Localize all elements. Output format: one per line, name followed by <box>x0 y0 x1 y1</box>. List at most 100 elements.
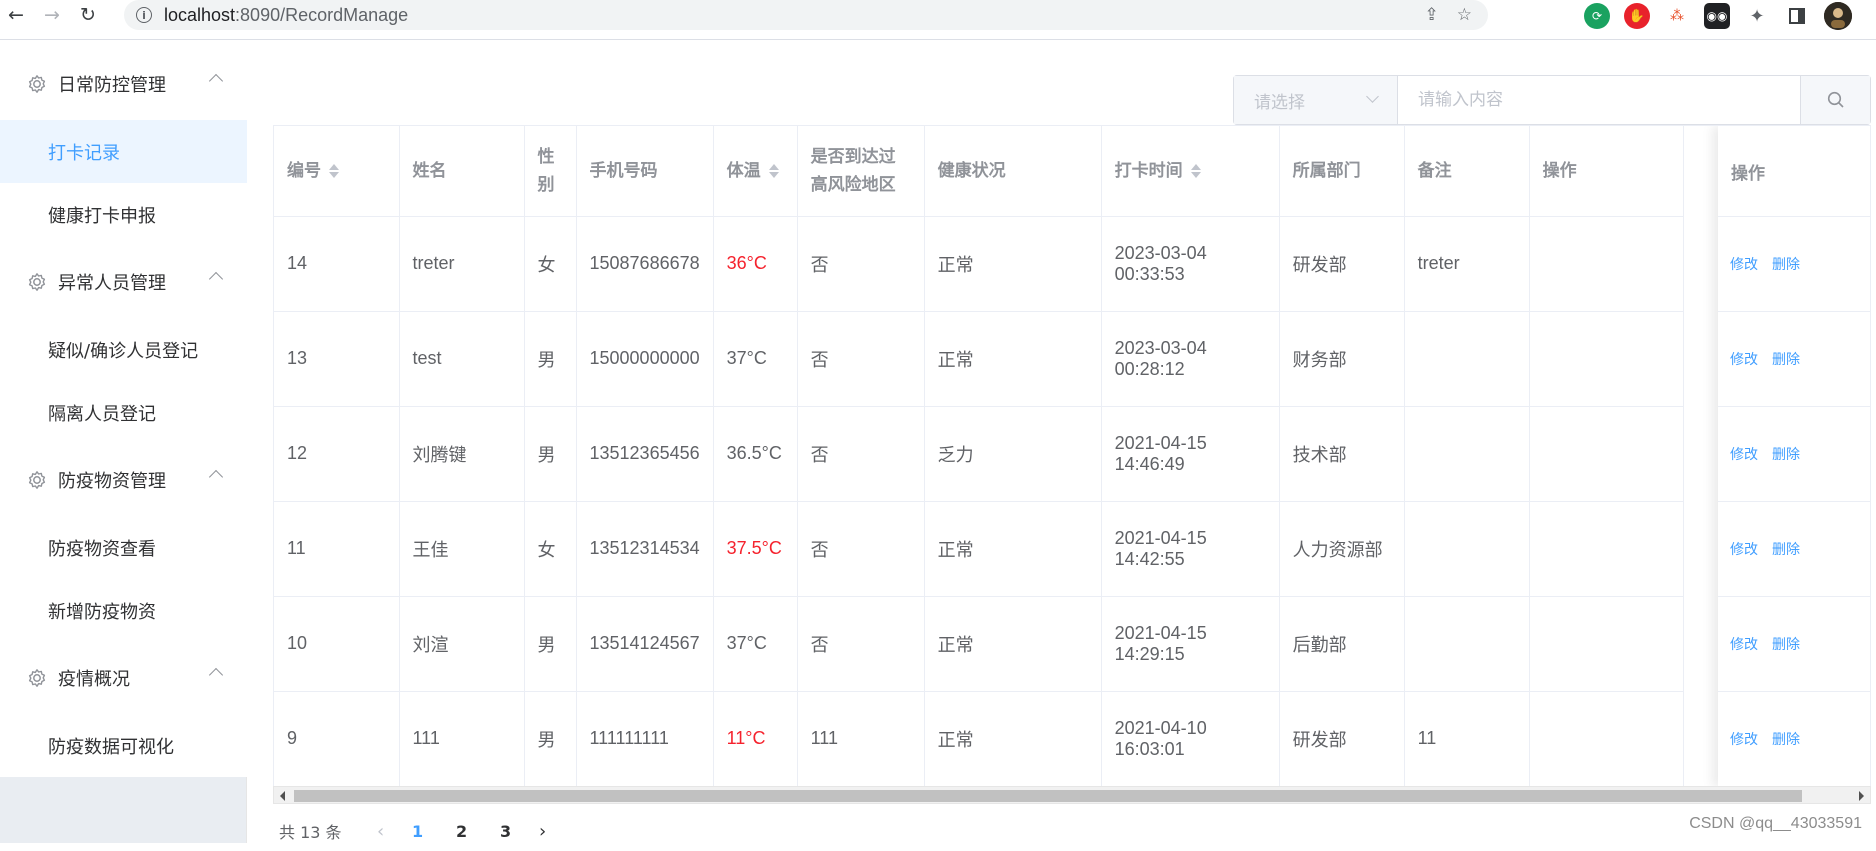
cell-actions-placeholder <box>1529 596 1683 691</box>
delete-button[interactable]: 删除 <box>1772 349 1800 369</box>
share-icon[interactable]: ⇪ <box>1425 5 1439 25</box>
edit-button[interactable]: 修改 <box>1730 254 1758 274</box>
edit-button[interactable]: 修改 <box>1730 729 1758 749</box>
column-header-label: 健康状况 <box>938 161 1006 181</box>
profile-avatar[interactable] <box>1824 2 1852 30</box>
actions-cell: 修改删除 <box>1718 312 1871 407</box>
sidebar-item-0-0[interactable]: 打卡记录 <box>0 120 247 183</box>
next-page-icon[interactable]: › <box>528 821 558 842</box>
sidebar-item-0-1[interactable]: 健康打卡申报 <box>0 183 247 246</box>
delete-button[interactable]: 删除 <box>1772 444 1800 464</box>
cell-phone: 15000000000 <box>576 311 713 406</box>
column-header-2: 性别 <box>524 126 576 216</box>
cell-temp: 36.5°C <box>713 406 797 501</box>
select-placeholder: 请选择 <box>1254 88 1305 113</box>
cell-id: 10 <box>274 596 399 691</box>
cell-risk: 否 <box>797 216 924 311</box>
gear-icon <box>26 73 48 95</box>
extension-glasses-icon[interactable]: ◉◉ <box>1704 3 1730 29</box>
scroll-left-icon[interactable] <box>280 791 285 801</box>
search-button[interactable] <box>1800 76 1870 124</box>
edit-button[interactable]: 修改 <box>1730 349 1758 369</box>
sort-caret-icon[interactable] <box>1191 163 1201 179</box>
sort-caret-icon[interactable] <box>329 163 339 179</box>
page-2[interactable]: 2 <box>440 822 484 841</box>
scrollbar-thumb[interactable] <box>294 790 1802 802</box>
extension-red-hand-icon[interactable]: ✋ <box>1624 3 1650 29</box>
cell-temp: 11°C <box>713 691 797 786</box>
main-content: 请选择 编号姓名性别手机号码体温是否到达过高风险地区健康状况打卡时间所属部门备注… <box>248 48 1876 843</box>
extension-green-icon[interactable]: ⟳ <box>1584 3 1610 29</box>
cell-note: 11 <box>1404 691 1529 786</box>
submenu-title-label: 异常人员管理 <box>58 269 166 295</box>
edit-button[interactable]: 修改 <box>1730 539 1758 559</box>
forward-icon[interactable]: → <box>38 1 66 29</box>
delete-button[interactable]: 删除 <box>1772 254 1800 274</box>
table-row: 12刘腾键男1351236545636.5°C否乏力2021-04-15 14:… <box>274 406 1683 501</box>
bookmark-star-icon[interactable]: ☆ <box>1457 5 1472 25</box>
column-header-label: 性别 <box>538 147 555 195</box>
cell-note <box>1404 596 1529 691</box>
submenu-title-label: 防疫物资管理 <box>58 467 166 493</box>
table-row: 13test男1500000000037°C否正常2023-03-04 00:2… <box>274 311 1683 406</box>
sidebar-item-2-0[interactable]: 防疫物资查看 <box>0 516 247 579</box>
extension-network-icon[interactable]: ⁂ <box>1664 3 1690 29</box>
field-select[interactable]: 请选择 <box>1234 76 1398 124</box>
actions-cell: 修改删除 <box>1718 597 1871 692</box>
submenu-title-3[interactable]: 疫情概况 <box>0 642 247 714</box>
horizontal-scrollbar[interactable] <box>273 786 1871 804</box>
column-header-7[interactable]: 打卡时间 <box>1101 126 1279 216</box>
sidebar: 日常防控管理打卡记录健康打卡申报异常人员管理疑似/确诊人员登记隔离人员登记防疫物… <box>0 48 247 843</box>
delete-button[interactable]: 删除 <box>1772 539 1800 559</box>
page-3[interactable]: 3 <box>484 822 528 841</box>
page-1[interactable]: 1 <box>396 822 440 841</box>
sidebar-item-1-1[interactable]: 隔离人员登记 <box>0 381 247 444</box>
cell-id: 14 <box>274 216 399 311</box>
gear-icon <box>26 667 48 689</box>
side-panel-icon[interactable] <box>1784 3 1810 29</box>
pagination-total: 共 13 条 <box>279 819 342 843</box>
sidebar-item-3-0[interactable]: 防疫数据可视化 <box>0 714 247 777</box>
column-header-4[interactable]: 体温 <box>713 126 797 216</box>
table-row: 14treter女1508768667836°C否正常2023-03-04 00… <box>274 216 1683 311</box>
edit-button[interactable]: 修改 <box>1730 444 1758 464</box>
prev-page-icon[interactable]: ‹ <box>366 821 396 842</box>
info-icon[interactable]: i <box>136 7 152 23</box>
cell-time: 2023-03-04 00:33:53 <box>1101 216 1279 311</box>
cell-id: 9 <box>274 691 399 786</box>
submenu-title-0[interactable]: 日常防控管理 <box>0 48 247 120</box>
edit-button[interactable]: 修改 <box>1730 634 1758 654</box>
column-header-9: 备注 <box>1404 126 1529 216</box>
chevron-up-icon <box>209 74 223 88</box>
table-row: 11王佳女1351231453437.5°C否正常2021-04-15 14:4… <box>274 501 1683 596</box>
cell-name: 111 <box>399 691 524 786</box>
sidebar-item-2-1[interactable]: 新增防疫物资 <box>0 579 247 642</box>
cell-name: 王佳 <box>399 501 524 596</box>
submenu-title-1[interactable]: 异常人员管理 <box>0 246 247 318</box>
scroll-right-icon[interactable] <box>1859 791 1864 801</box>
back-icon[interactable]: ← <box>2 1 30 29</box>
chevron-up-icon <box>209 668 223 682</box>
record-table: 编号姓名性别手机号码体温是否到达过高风险地区健康状况打卡时间所属部门备注操作 1… <box>273 125 1871 787</box>
column-header-actions: 操作 <box>1718 126 1871 217</box>
cell-health: 乏力 <box>924 406 1101 501</box>
search-input[interactable] <box>1398 76 1800 124</box>
delete-button[interactable]: 删除 <box>1772 634 1800 654</box>
sort-caret-icon[interactable] <box>769 163 779 179</box>
address-bar[interactable]: i localhost:8090/RecordManage ⇪ ☆ <box>124 0 1488 30</box>
submenu-title-label: 疫情概况 <box>58 665 130 691</box>
cell-gender: 男 <box>524 596 576 691</box>
column-header-0[interactable]: 编号 <box>274 126 399 216</box>
reload-icon[interactable]: ↻ <box>74 1 102 29</box>
extensions-puzzle-icon[interactable]: ✦ <box>1744 3 1770 29</box>
cell-health: 正常 <box>924 216 1101 311</box>
sidebar-menu: 日常防控管理打卡记录健康打卡申报异常人员管理疑似/确诊人员登记隔离人员登记防疫物… <box>0 48 247 777</box>
cell-risk: 否 <box>797 406 924 501</box>
sidebar-item-1-0[interactable]: 疑似/确诊人员登记 <box>0 318 247 381</box>
cell-dept: 后勤部 <box>1279 596 1404 691</box>
cell-actions-placeholder <box>1529 311 1683 406</box>
delete-button[interactable]: 删除 <box>1772 729 1800 749</box>
submenu-title-2[interactable]: 防疫物资管理 <box>0 444 247 516</box>
cell-health: 正常 <box>924 501 1101 596</box>
cell-health: 正常 <box>924 596 1101 691</box>
